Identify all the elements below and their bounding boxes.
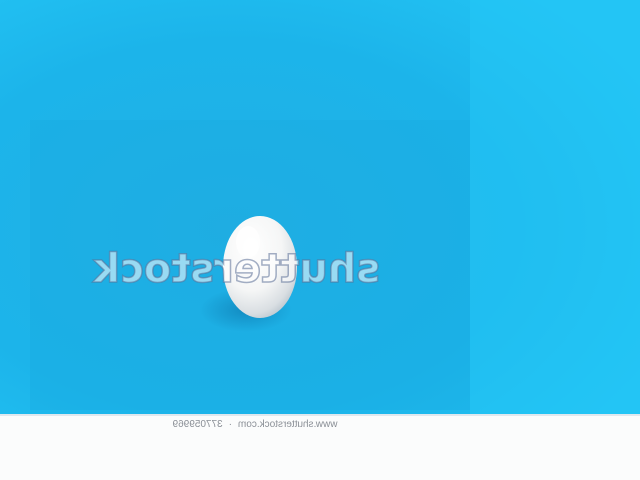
watermark-separator: · — [228, 419, 232, 430]
egg — [223, 216, 297, 318]
watermark-site: www.shutterstock.com — [237, 419, 338, 430]
footer-divider — [0, 414, 640, 416]
watermark-footer: www.shutterstock.com · 377059969 — [0, 414, 640, 480]
egg-photo — [0, 0, 640, 414]
watermark-image-id: 377059969 — [172, 419, 223, 430]
image-frame: shutterstock www.shutterstock.com·377059… — [0, 0, 640, 480]
watermark-footer-text: www.shutterstock.com · 377059969 — [150, 417, 360, 433]
